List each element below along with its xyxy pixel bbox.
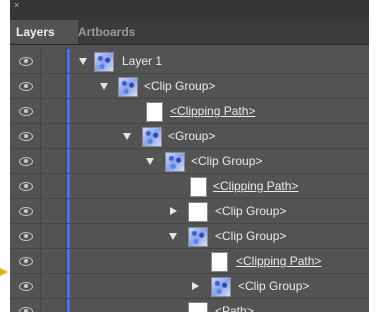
layer-label: <Clip Group>: [215, 229, 287, 243]
layer-color-bar: [67, 274, 70, 298]
visibility-toggle[interactable]: [10, 299, 41, 312]
layer-thumbnail: [188, 202, 208, 222]
layer-color-bar: [67, 249, 70, 273]
layer-label: Layer 1: [122, 54, 163, 68]
visibility-toggle[interactable]: [10, 149, 41, 173]
visibility-toggle[interactable]: [10, 274, 41, 298]
disclosure-collapsed-icon[interactable]: [192, 282, 199, 290]
layer-label: <Clip Group>: [238, 279, 310, 293]
layer-label: <Group>: [168, 129, 216, 143]
lock-toggle[interactable]: [41, 249, 66, 273]
selection-pointer-icon: [0, 268, 8, 276]
layer-label: <Clipping Path>: [213, 179, 299, 193]
eye-icon: [19, 282, 33, 291]
layer-row-clipping-path[interactable]: <Clipping Path>: [10, 99, 369, 124]
eye-icon: [19, 132, 33, 141]
layers-panel: × Layers Artboards Layer 1 <Clip Group>: [10, 0, 369, 312]
lock-toggle[interactable]: [41, 174, 66, 198]
lock-toggle[interactable]: [41, 199, 66, 223]
layer-color-bar: [67, 99, 70, 123]
disclosure-expanded-icon[interactable]: [146, 158, 154, 165]
layer-color-bar: [67, 74, 70, 98]
layer-color-bar: [67, 124, 70, 148]
lock-toggle[interactable]: [41, 74, 66, 98]
disclosure-expanded-icon[interactable]: [169, 233, 177, 240]
layer-thumbnail: [165, 152, 185, 172]
layer-thumbnail: [211, 252, 228, 272]
lock-toggle[interactable]: [41, 299, 66, 312]
layer-row-clipping-path[interactable]: <Clipping Path>: [10, 174, 369, 199]
layer-thumbnail: [142, 127, 162, 147]
layer-row-clip-group[interactable]: <Clip Group>: [10, 224, 369, 249]
layer-thumbnail: [94, 52, 114, 72]
lock-toggle[interactable]: [41, 149, 66, 173]
layer-thumbnail: [146, 102, 163, 122]
layer-label: <Clip Group>: [144, 79, 216, 93]
lock-toggle[interactable]: [41, 274, 66, 298]
eye-icon: [19, 182, 33, 191]
layer-thumbnail: [118, 77, 138, 97]
visibility-toggle[interactable]: [10, 74, 41, 98]
eye-icon: [19, 107, 33, 116]
lock-toggle[interactable]: [41, 99, 66, 123]
eye-icon: [19, 207, 33, 216]
layer-row-clipping-path[interactable]: <Clipping Path>: [10, 249, 369, 274]
layer-row-clip-group[interactable]: <Clip Group>: [10, 199, 369, 224]
visibility-toggle[interactable]: [10, 124, 41, 148]
layer-label: <Clip Group>: [191, 154, 263, 168]
layer-color-bar: [67, 299, 70, 312]
eye-icon: [19, 257, 33, 266]
layer-row-clip-group[interactable]: <Clip Group>: [10, 274, 369, 299]
layer-color-bar: [67, 199, 70, 223]
panel-title-bar: ×: [10, 0, 369, 20]
eye-icon: [19, 157, 33, 166]
visibility-toggle[interactable]: [10, 199, 41, 223]
tab-artboards[interactable]: Artboards: [72, 20, 141, 44]
layer-row-group[interactable]: <Group>: [10, 124, 369, 149]
layer-thumbnail: [188, 302, 208, 312]
panel-tabs: Layers Artboards: [10, 20, 369, 45]
visibility-toggle[interactable]: [10, 49, 41, 73]
disclosure-collapsed-icon[interactable]: [170, 207, 177, 215]
close-icon[interactable]: ×: [14, 1, 19, 10]
eye-icon: [19, 57, 33, 66]
layer-list: Layer 1 <Clip Group> <Clipping Path> <Gr…: [10, 49, 369, 312]
disclosure-expanded-icon[interactable]: [123, 133, 131, 140]
layer-row-path[interactable]: <Path>: [10, 299, 369, 312]
visibility-toggle[interactable]: [10, 99, 41, 123]
layer-thumbnail: [188, 227, 208, 247]
layer-thumbnail: [211, 277, 231, 297]
visibility-toggle[interactable]: [10, 249, 41, 273]
layer-label: <Clipping Path>: [170, 104, 256, 118]
layer-label: <Path>: [215, 304, 254, 312]
tab-layers[interactable]: Layers: [10, 20, 78, 44]
disclosure-expanded-icon[interactable]: [79, 58, 87, 65]
layer-row-layer-1[interactable]: Layer 1: [10, 49, 369, 74]
layer-color-bar: [67, 149, 70, 173]
layer-color-bar: [67, 49, 70, 73]
visibility-toggle[interactable]: [10, 174, 41, 198]
layer-label: <Clip Group>: [215, 204, 287, 218]
eye-icon: [19, 82, 33, 91]
layer-color-bar: [67, 174, 70, 198]
disclosure-expanded-icon[interactable]: [100, 83, 108, 90]
lock-toggle[interactable]: [41, 224, 66, 248]
eye-icon: [19, 232, 33, 241]
layer-thumbnail: [190, 177, 207, 197]
lock-toggle[interactable]: [41, 49, 66, 73]
eye-icon: [19, 307, 33, 312]
layer-row-clip-group[interactable]: <Clip Group>: [10, 149, 369, 174]
visibility-toggle[interactable]: [10, 224, 41, 248]
lock-toggle[interactable]: [41, 124, 66, 148]
layer-color-bar: [67, 224, 70, 248]
layer-label: <Clipping Path>: [236, 254, 322, 268]
layer-row-clip-group[interactable]: <Clip Group>: [10, 74, 369, 99]
